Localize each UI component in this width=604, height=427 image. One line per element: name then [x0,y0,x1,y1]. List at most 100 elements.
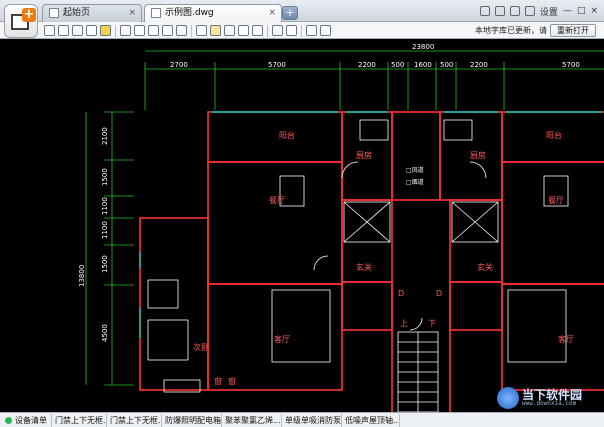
line-icon[interactable] [272,25,283,36]
dim-top: 500 [391,61,404,69]
toolbar-separator [115,25,116,37]
tab-label: 示例图.dwg [165,8,214,18]
drawing-canvas[interactable]: 23800 2700 5700 2200 500 1600 500 2200 5… [0,40,604,412]
dim-top: 2200 [358,61,376,69]
text-icon[interactable] [196,25,207,36]
floor-plan: 23800 2700 5700 2200 500 1600 500 2200 5… [78,43,604,412]
window-label: 窗 [228,376,236,386]
tab-drawing[interactable]: 示例图.dwg × [144,4,282,22]
tab-close-icon[interactable]: × [128,5,136,21]
feedback-icon[interactable] [494,6,505,16]
back-icon[interactable] [238,25,249,36]
watermark: 当下软件园 www.downxia.com [497,386,601,410]
undo-icon[interactable] [120,25,131,36]
tab-close-icon[interactable]: × [268,5,276,21]
status-item-label: 门禁上下无框... [110,416,162,425]
reopen-button[interactable]: 重新打开 [550,24,596,37]
print-icon[interactable] [72,25,83,36]
layers-icon[interactable] [306,25,317,36]
dwg-file-icon [151,8,161,18]
dim-top: 5700 [562,61,580,69]
dim-left: 1100 [101,197,109,215]
tab-start-page[interactable]: 起始页 × [42,4,142,22]
minimize-icon[interactable]: — [563,6,572,16]
measure-icon[interactable] [224,25,235,36]
room-balcony-right: 阳台 [546,130,562,140]
dim-left: 1500 [101,255,109,273]
shaft-bottom-label: □烟道 [406,178,424,186]
dim-left-total: 13800 [78,265,86,287]
zoom-extent-icon[interactable] [148,25,159,36]
status-bar: 设备清单 门禁上下无框... 门禁上下无框... 防爆照明配电箱 聚苯聚氯乙烯.… [0,412,604,427]
status-item-label: 单级单吸消防泵 [285,416,341,425]
dim-left: 2100 [101,127,109,145]
room-bedroom: 次卧 [193,342,209,352]
room-living-left: 客厅 [274,334,290,344]
status-item[interactable]: 门禁上下无框... [107,414,162,427]
phone-icon[interactable] [509,6,520,16]
status-item[interactable]: 单级单吸消防泵 [282,414,342,427]
page-icon [49,8,59,18]
export-icon[interactable] [86,25,97,36]
lock-icon[interactable] [524,6,535,16]
room-living-right: 客厅 [558,334,574,344]
watermark-url: www.downxia.com [522,400,577,407]
status-item-label: 门禁上下无框... [55,416,107,425]
pan-icon[interactable] [176,25,187,36]
room-labels: 阳台 阳台 厨房 厨房 餐厅 餐厅 玄关 玄关 次卧 客厅 客厅 上 下 D D… [193,130,574,386]
stairs-down-label: 下 [428,319,436,328]
forward-icon[interactable] [252,25,263,36]
dim-top: 2200 [470,61,488,69]
dim-top: 2700 [170,61,188,69]
skin-icon[interactable] [479,6,490,16]
open-icon[interactable] [44,25,55,36]
maximize-icon[interactable]: □ [577,6,586,16]
new-tab-button[interactable]: + [282,6,298,20]
status-item-label: 聚苯聚氯乙烯... [225,416,281,425]
toolbar-separator [191,25,192,37]
stairs-d-label: D [398,289,404,298]
toolbar: 本地字库已更新，请 重新打开 [0,22,604,39]
dim-left: 1500 [101,168,109,186]
logo-plus-icon: + [22,7,36,22]
room-entrance-left: 玄关 [356,262,372,272]
font-update-notice: 本地字库已更新，请 [475,26,547,35]
title-bar: 起始页 × 示例图.dwg × + 设置 — □ × [0,0,604,22]
app-logo[interactable]: + [4,4,38,38]
window-label: 窗 [214,376,222,386]
layer-icon[interactable] [286,25,297,36]
dim-overall: 23800 [412,43,434,51]
dim-top: 500 [440,61,453,69]
status-item-label: 防爆照明配电箱 [165,416,221,425]
toolbar-separator [301,25,302,37]
status-item-label: 设备清单 [15,416,47,425]
status-item-device-list[interactable]: 设备清单 [2,414,52,427]
status-item[interactable]: 低噪声屋顶轴... [342,414,400,427]
dim-left: 1100 [101,221,109,239]
toolbar-separator [267,25,268,37]
lock-icon[interactable] [100,25,111,36]
user-icon[interactable] [320,25,331,36]
pen-icon[interactable] [210,25,221,36]
zoom-icon[interactable] [162,25,173,36]
room-entrance-right: 玄关 [477,262,493,272]
room-kitchen-left: 厨房 [356,150,372,160]
status-item[interactable]: 防爆照明配电箱 [162,414,222,427]
window-controls: 设置 — □ × [479,3,598,19]
watermark-logo-icon [497,387,519,409]
save-icon[interactable] [58,25,69,36]
tab-label: 起始页 [63,8,91,18]
shaft-labels: □风道 □烟道 [406,166,424,186]
zoom-window-icon[interactable] [134,25,145,36]
stairs-d2-label: D [436,289,442,298]
room-kitchen-right: 厨房 [470,150,486,160]
room-balcony-left: 阳台 [279,130,295,140]
walls [139,111,604,412]
settings-button[interactable]: 设置 [540,5,558,18]
close-icon[interactable]: × [590,6,598,16]
shaft-top-label: □风道 [406,166,424,174]
status-item[interactable]: 聚苯聚氯乙烯... [222,414,282,427]
dim-top: 1600 [414,61,432,69]
status-item[interactable]: 门禁上下无框... [52,414,107,427]
dim-left: 4500 [101,324,109,342]
